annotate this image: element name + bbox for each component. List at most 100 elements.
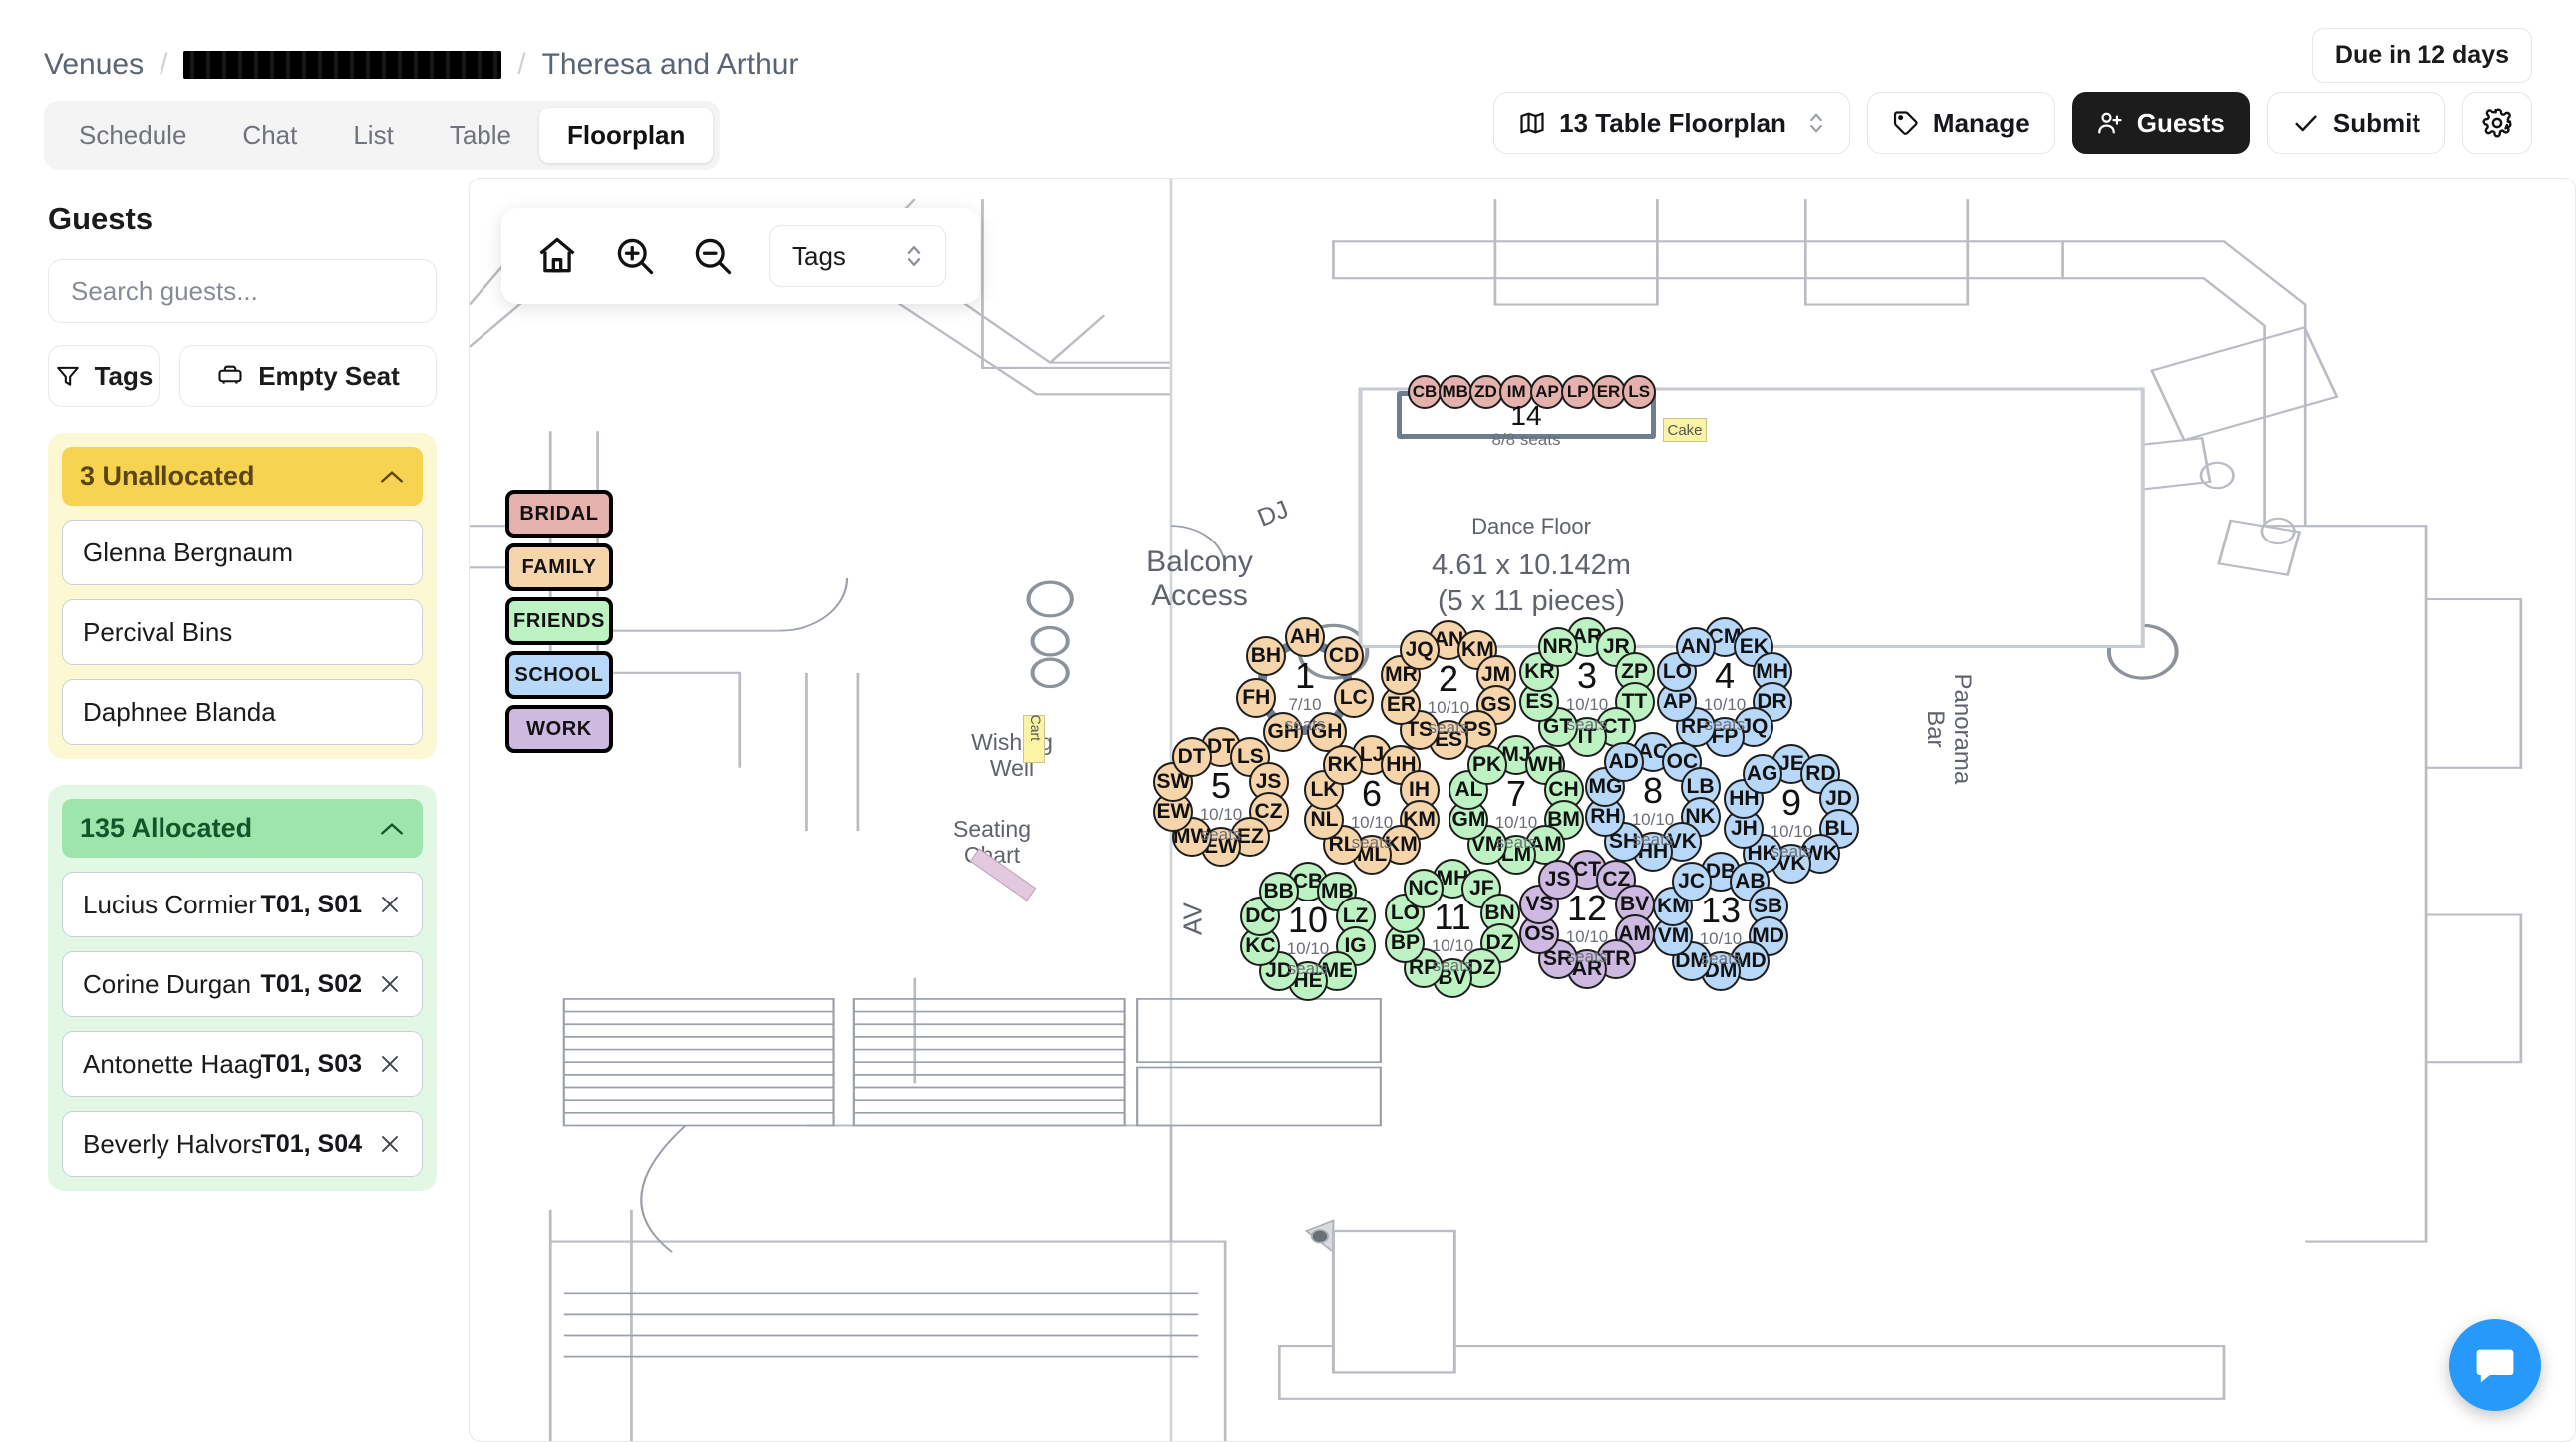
remove-seat-icon[interactable] [378, 1132, 402, 1156]
table-12[interactable]: CT CZ BV AM TR AR SR OS VS JS 12 10/10 seats [1515, 848, 1659, 991]
table-number: 10 [1287, 900, 1329, 940]
chevron-up-icon[interactable] [379, 468, 405, 486]
breadcrumb: Venues / ███████████████ / Theresa and A… [0, 0, 2576, 92]
floorplan-canvas[interactable]: Dance Floor 4.61 x 10.142m (5 x 11 piece… [469, 178, 2576, 1442]
table-number: 5 [1210, 765, 1232, 806]
manage-label: Manage [1932, 107, 2030, 138]
list-item[interactable]: Lucius Cormier T01, S01 [62, 872, 423, 937]
guest-name: Lucius Cormier [83, 889, 257, 919]
remove-seat-icon[interactable] [378, 972, 402, 996]
chevron-updown-icon [905, 242, 923, 270]
table-5[interactable]: DT LS JS CZ EZ EW MW EW SW DT 5 10/10 seats [1149, 725, 1293, 869]
group-unallocated: 3 Unallocated Glenna Bergnaum Percival B… [48, 433, 437, 759]
tag-chip-family[interactable]: FAMILY [505, 543, 613, 591]
table-6[interactable]: LJ HH IH KM KM ML RL NL LK RK 6 10/10 seats [1300, 733, 1444, 877]
floorplan-select[interactable]: 13 Table Floorplan [1493, 92, 1850, 154]
guest-name: Beverly Halvorson [83, 1128, 261, 1159]
guests-label: Guests [2136, 107, 2225, 138]
table-seat-count: 10/10 seats [1431, 936, 1474, 975]
primary-toolbar: Schedule Chat List Table Floorplan 13 Ta… [0, 92, 2576, 178]
remove-seat-icon[interactable] [378, 893, 402, 916]
tag-chip-bridal[interactable]: BRIDAL [505, 490, 613, 538]
list-item[interactable]: Percival Bins [62, 599, 423, 665]
funnel-icon [55, 363, 81, 389]
home-icon[interactable] [535, 234, 579, 278]
guest-seat: T01, S02 [260, 969, 362, 998]
guest-name: Glenna Bergnaum [83, 537, 294, 567]
guests-button[interactable]: Guests [2071, 92, 2250, 154]
table-seat-count: 10/10 seats [1350, 813, 1394, 852]
gear-icon [2481, 107, 2513, 139]
chat-fab-button[interactable] [2449, 1319, 2541, 1411]
submit-button[interactable]: Submit [2266, 92, 2445, 154]
table-number: 6 [1361, 773, 1383, 814]
tags-select-value: Tags [792, 240, 846, 271]
user-plus-icon [2096, 109, 2124, 137]
cart-marker: Cart [1023, 715, 1045, 763]
manage-button[interactable]: Manage [1866, 92, 2055, 154]
table-seat-count: 10/10 seats [1427, 698, 1470, 737]
empty-seat-button[interactable]: Empty Seat [179, 345, 437, 407]
cake-marker: Cake [1663, 418, 1707, 442]
group-unallocated-header[interactable]: 3 Unallocated [62, 447, 423, 506]
page-title: Guests [48, 201, 154, 236]
tag-chip-friends[interactable]: FRIENDS [505, 597, 613, 645]
settings-button[interactable] [2462, 92, 2532, 154]
tab-schedule[interactable]: Schedule [51, 108, 214, 163]
guest-name: Antonette Haag-Jacobson [83, 1048, 261, 1079]
table-number: 1 [1294, 655, 1316, 696]
tab-table[interactable]: Table [422, 108, 539, 163]
chevron-up-icon[interactable] [379, 820, 405, 838]
chevron-updown-icon [1807, 110, 1825, 136]
list-item[interactable]: Daphnee Blanda [62, 679, 423, 745]
table-11[interactable]: MH JF BN DZ DZ BV RP BP LO NC 11 10/10 seats [1381, 857, 1524, 1000]
table-number: 4 [1714, 655, 1736, 696]
floorplan-toolbar: Tags [501, 208, 980, 304]
seat-icon [216, 363, 244, 389]
group-allocated-header[interactable]: 135 Allocated [62, 799, 423, 858]
table-seat-count: 10/10 seats [1631, 810, 1675, 849]
tab-list[interactable]: List [325, 108, 421, 163]
list-item[interactable]: Beverly Halvorson T01, S04 [62, 1111, 423, 1177]
group-unallocated-label: 3 Unallocated [80, 461, 255, 491]
search-input[interactable] [48, 259, 437, 323]
guest-seat: T01, S03 [260, 1049, 362, 1078]
view-tabs: Schedule Chat List Table Floorplan [44, 100, 721, 170]
guest-name: Corine Durgan [83, 968, 252, 999]
table-10[interactable]: CB MB LZ IG ME HE JD KC DC BB 10 10/10 seats [1236, 860, 1380, 1003]
guest-seat: T01, S01 [260, 890, 362, 918]
tab-floorplan[interactable]: Floorplan [538, 107, 714, 163]
tags-filter-label: Tags [94, 360, 154, 391]
tag-chip-school[interactable]: SCHOOL [505, 651, 613, 699]
due-badge: Due in 12 days [2311, 28, 2532, 83]
table-14[interactable]: CB MB ZD IM AP LP ER LS 14 8/8 seats [1397, 375, 1657, 449]
list-item[interactable]: Glenna Bergnaum [62, 520, 423, 585]
floorplan-select-label: 13 Table Floorplan [1559, 107, 1786, 138]
table-number: 8 [1642, 770, 1664, 811]
check-icon [2292, 109, 2320, 137]
table-seat-count: 10/10 seats [1494, 813, 1538, 852]
tag-chip-work[interactable]: WORK [505, 705, 613, 753]
zoom-in-icon[interactable] [613, 234, 657, 278]
guests-sidebar: Guests Tags Empty Seat [0, 178, 469, 1442]
table-number: 11 [1434, 897, 1471, 937]
list-item[interactable]: Antonette Haag-Jacobson T01, S03 [62, 1031, 423, 1097]
table-number: 14 [1510, 400, 1542, 431]
tab-chat[interactable]: Chat [214, 108, 325, 163]
breadcrumb-separator-1: / [160, 48, 168, 81]
seat[interactable]: AH [1285, 617, 1325, 657]
breadcrumb-event[interactable]: Theresa and Arthur [542, 48, 799, 82]
zoom-out-icon[interactable] [691, 234, 735, 278]
table-number: 12 [1566, 888, 1608, 928]
table-number: 9 [1780, 782, 1802, 823]
list-item[interactable]: Corine Durgan T01, S02 [62, 951, 423, 1017]
remove-seat-icon[interactable] [378, 1052, 402, 1076]
tags-select[interactable]: Tags [769, 225, 946, 287]
breadcrumb-separator-2: / [517, 48, 526, 81]
table-number: 7 [1505, 773, 1527, 814]
breadcrumb-venue-redacted[interactable]: ███████████████ [183, 51, 502, 79]
table-13[interactable]: DB AB SB MD MD DM DM VM KM JC 13 10/10 seats [1649, 850, 1792, 993]
breadcrumb-venues[interactable]: Venues [44, 48, 144, 82]
group-allocated: 135 Allocated Lucius Cormier T01, S01 Co… [48, 785, 437, 1191]
tags-filter-button[interactable]: Tags [48, 345, 160, 407]
